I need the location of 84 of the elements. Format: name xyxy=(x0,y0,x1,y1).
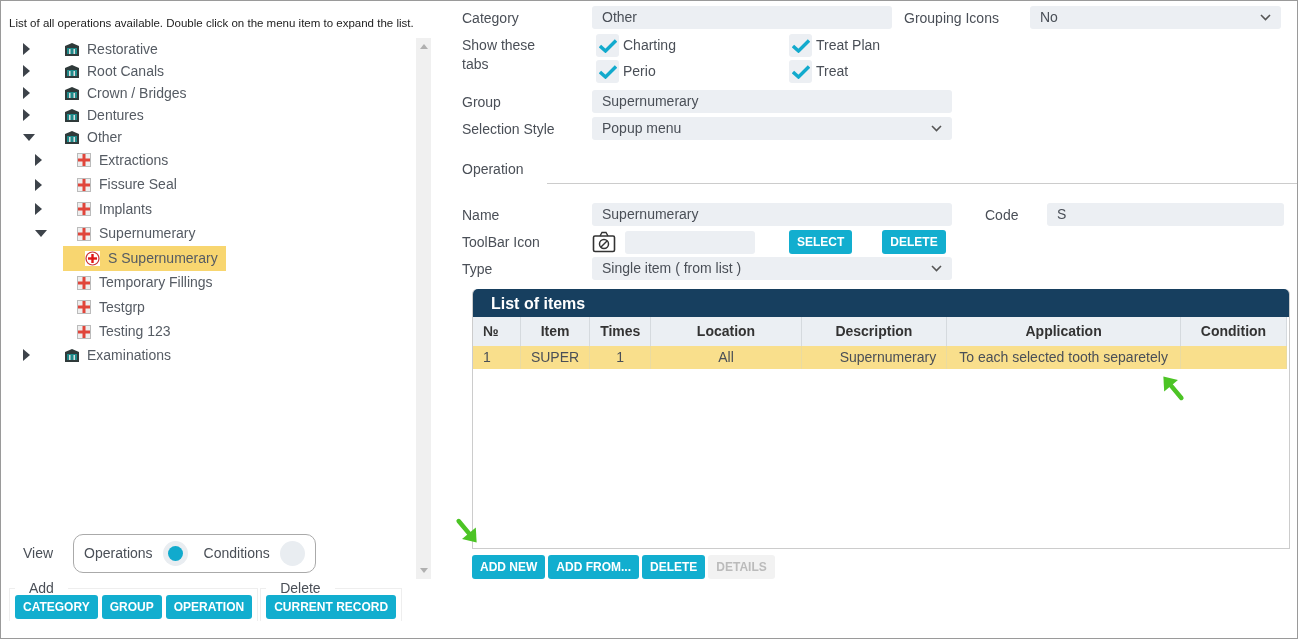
column-header[interactable]: Times xyxy=(589,317,651,346)
table-row[interactable]: 1 SUPER 1 All Supernumerary To each selected tooth separetely xyxy=(473,346,1287,369)
field-label: Code xyxy=(985,206,1020,225)
caret-right-icon[interactable] xyxy=(23,109,30,121)
view-label: View xyxy=(23,544,54,563)
tree-item[interactable]: S Supernumerary xyxy=(63,245,226,271)
radio-button[interactable] xyxy=(162,541,188,566)
tree-item[interactable]: Supernumerary xyxy=(73,221,200,247)
column-header[interactable]: Item xyxy=(520,317,590,346)
field-label: Name xyxy=(462,206,501,225)
tree-item[interactable]: Testgrp xyxy=(73,294,149,320)
field-label: Category xyxy=(462,9,520,28)
table-cell: 1 xyxy=(616,349,625,365)
cross-circle-icon xyxy=(85,250,100,266)
dropdown-field[interactable]: Popup menu xyxy=(592,117,952,140)
building-icon xyxy=(65,348,79,362)
dropdown-field[interactable]: No xyxy=(1030,6,1281,29)
caret-right-icon[interactable] xyxy=(35,203,42,216)
chevron-down-icon xyxy=(931,125,942,132)
tree-item[interactable]: Extractions xyxy=(73,147,173,173)
cross-icon xyxy=(77,153,91,168)
building-icon xyxy=(65,130,79,144)
cross-icon xyxy=(77,300,91,315)
checkbox[interactable] xyxy=(789,34,812,57)
group-legend: Add xyxy=(15,579,68,597)
panel-title: List of items xyxy=(473,289,1289,317)
chevron-down-icon xyxy=(931,265,942,272)
table-cell: All xyxy=(718,349,734,365)
section-heading: Operation xyxy=(462,160,525,179)
radio-label: Conditions xyxy=(203,544,270,563)
field-label: Type xyxy=(462,260,494,279)
chevron-down-icon xyxy=(1260,14,1271,21)
caret-down-icon[interactable] xyxy=(35,230,47,238)
building-icon xyxy=(65,64,79,78)
cross-icon xyxy=(77,226,91,241)
column-header[interactable]: Application xyxy=(946,317,1181,346)
checkbox[interactable] xyxy=(596,34,619,57)
field-label: ToolBar Icon xyxy=(462,232,541,252)
cross-icon xyxy=(77,202,91,217)
group-legend: Delete xyxy=(266,579,335,597)
cross-icon xyxy=(77,324,91,339)
checkbox[interactable] xyxy=(596,60,619,83)
tree-item[interactable]: Implants xyxy=(73,196,156,222)
cross-icon xyxy=(77,275,91,290)
building-icon xyxy=(65,108,79,122)
field-label: Group xyxy=(462,93,502,112)
no-image-icon xyxy=(592,231,616,253)
table-cell: To each selected tooth separetely xyxy=(959,349,1168,365)
caret-right-icon[interactable] xyxy=(23,65,30,77)
text-field[interactable]: S xyxy=(1047,203,1284,226)
table-cell: Supernumerary xyxy=(839,349,937,365)
checkbox-label: Treat xyxy=(816,62,849,81)
column-header[interactable]: Description xyxy=(801,317,947,346)
caret-right-icon[interactable] xyxy=(23,87,30,99)
caret-down-icon[interactable] xyxy=(23,133,35,141)
field-label: Grouping Icons xyxy=(904,9,1000,28)
tree-item[interactable]: Temporary Fillings xyxy=(73,270,217,296)
caret-right-icon[interactable] xyxy=(23,349,30,361)
caret-right-icon[interactable] xyxy=(35,154,42,167)
text-field[interactable]: Supernumerary xyxy=(592,90,952,113)
instruction-text: List of all operations available. Double click on the menu item to expand the list. xyxy=(9,16,415,31)
caret-right-icon[interactable] xyxy=(35,178,42,191)
radio-label: Operations xyxy=(84,544,153,563)
checkbox[interactable] xyxy=(789,60,812,83)
field-label: Show these tabs xyxy=(462,36,537,74)
caret-right-icon[interactable] xyxy=(23,43,30,55)
tree-item[interactable]: Fissure Seal xyxy=(73,172,181,198)
checkbox-label: Treat Plan xyxy=(816,36,881,55)
tree-item[interactable]: Testing 123 xyxy=(73,319,175,345)
table-cell: 1 xyxy=(483,349,491,365)
dropdown-field[interactable]: Single item ( from list ) xyxy=(592,257,952,280)
building-icon xyxy=(65,86,79,100)
table-cell: SUPER xyxy=(530,349,580,365)
tree-item[interactable]: Examinations xyxy=(61,342,176,368)
field-label: Selection Style xyxy=(462,120,556,139)
column-header[interactable]: Condition xyxy=(1180,317,1287,346)
text-field[interactable]: Other xyxy=(592,6,892,29)
cross-icon xyxy=(77,177,91,192)
column-header[interactable]: Location xyxy=(650,317,802,346)
checkbox-label: Perio xyxy=(623,62,656,81)
column-header[interactable]: № xyxy=(473,317,521,346)
checkbox-label: Charting xyxy=(623,36,676,55)
building-icon xyxy=(65,42,79,56)
text-field[interactable]: Supernumerary xyxy=(592,203,952,226)
